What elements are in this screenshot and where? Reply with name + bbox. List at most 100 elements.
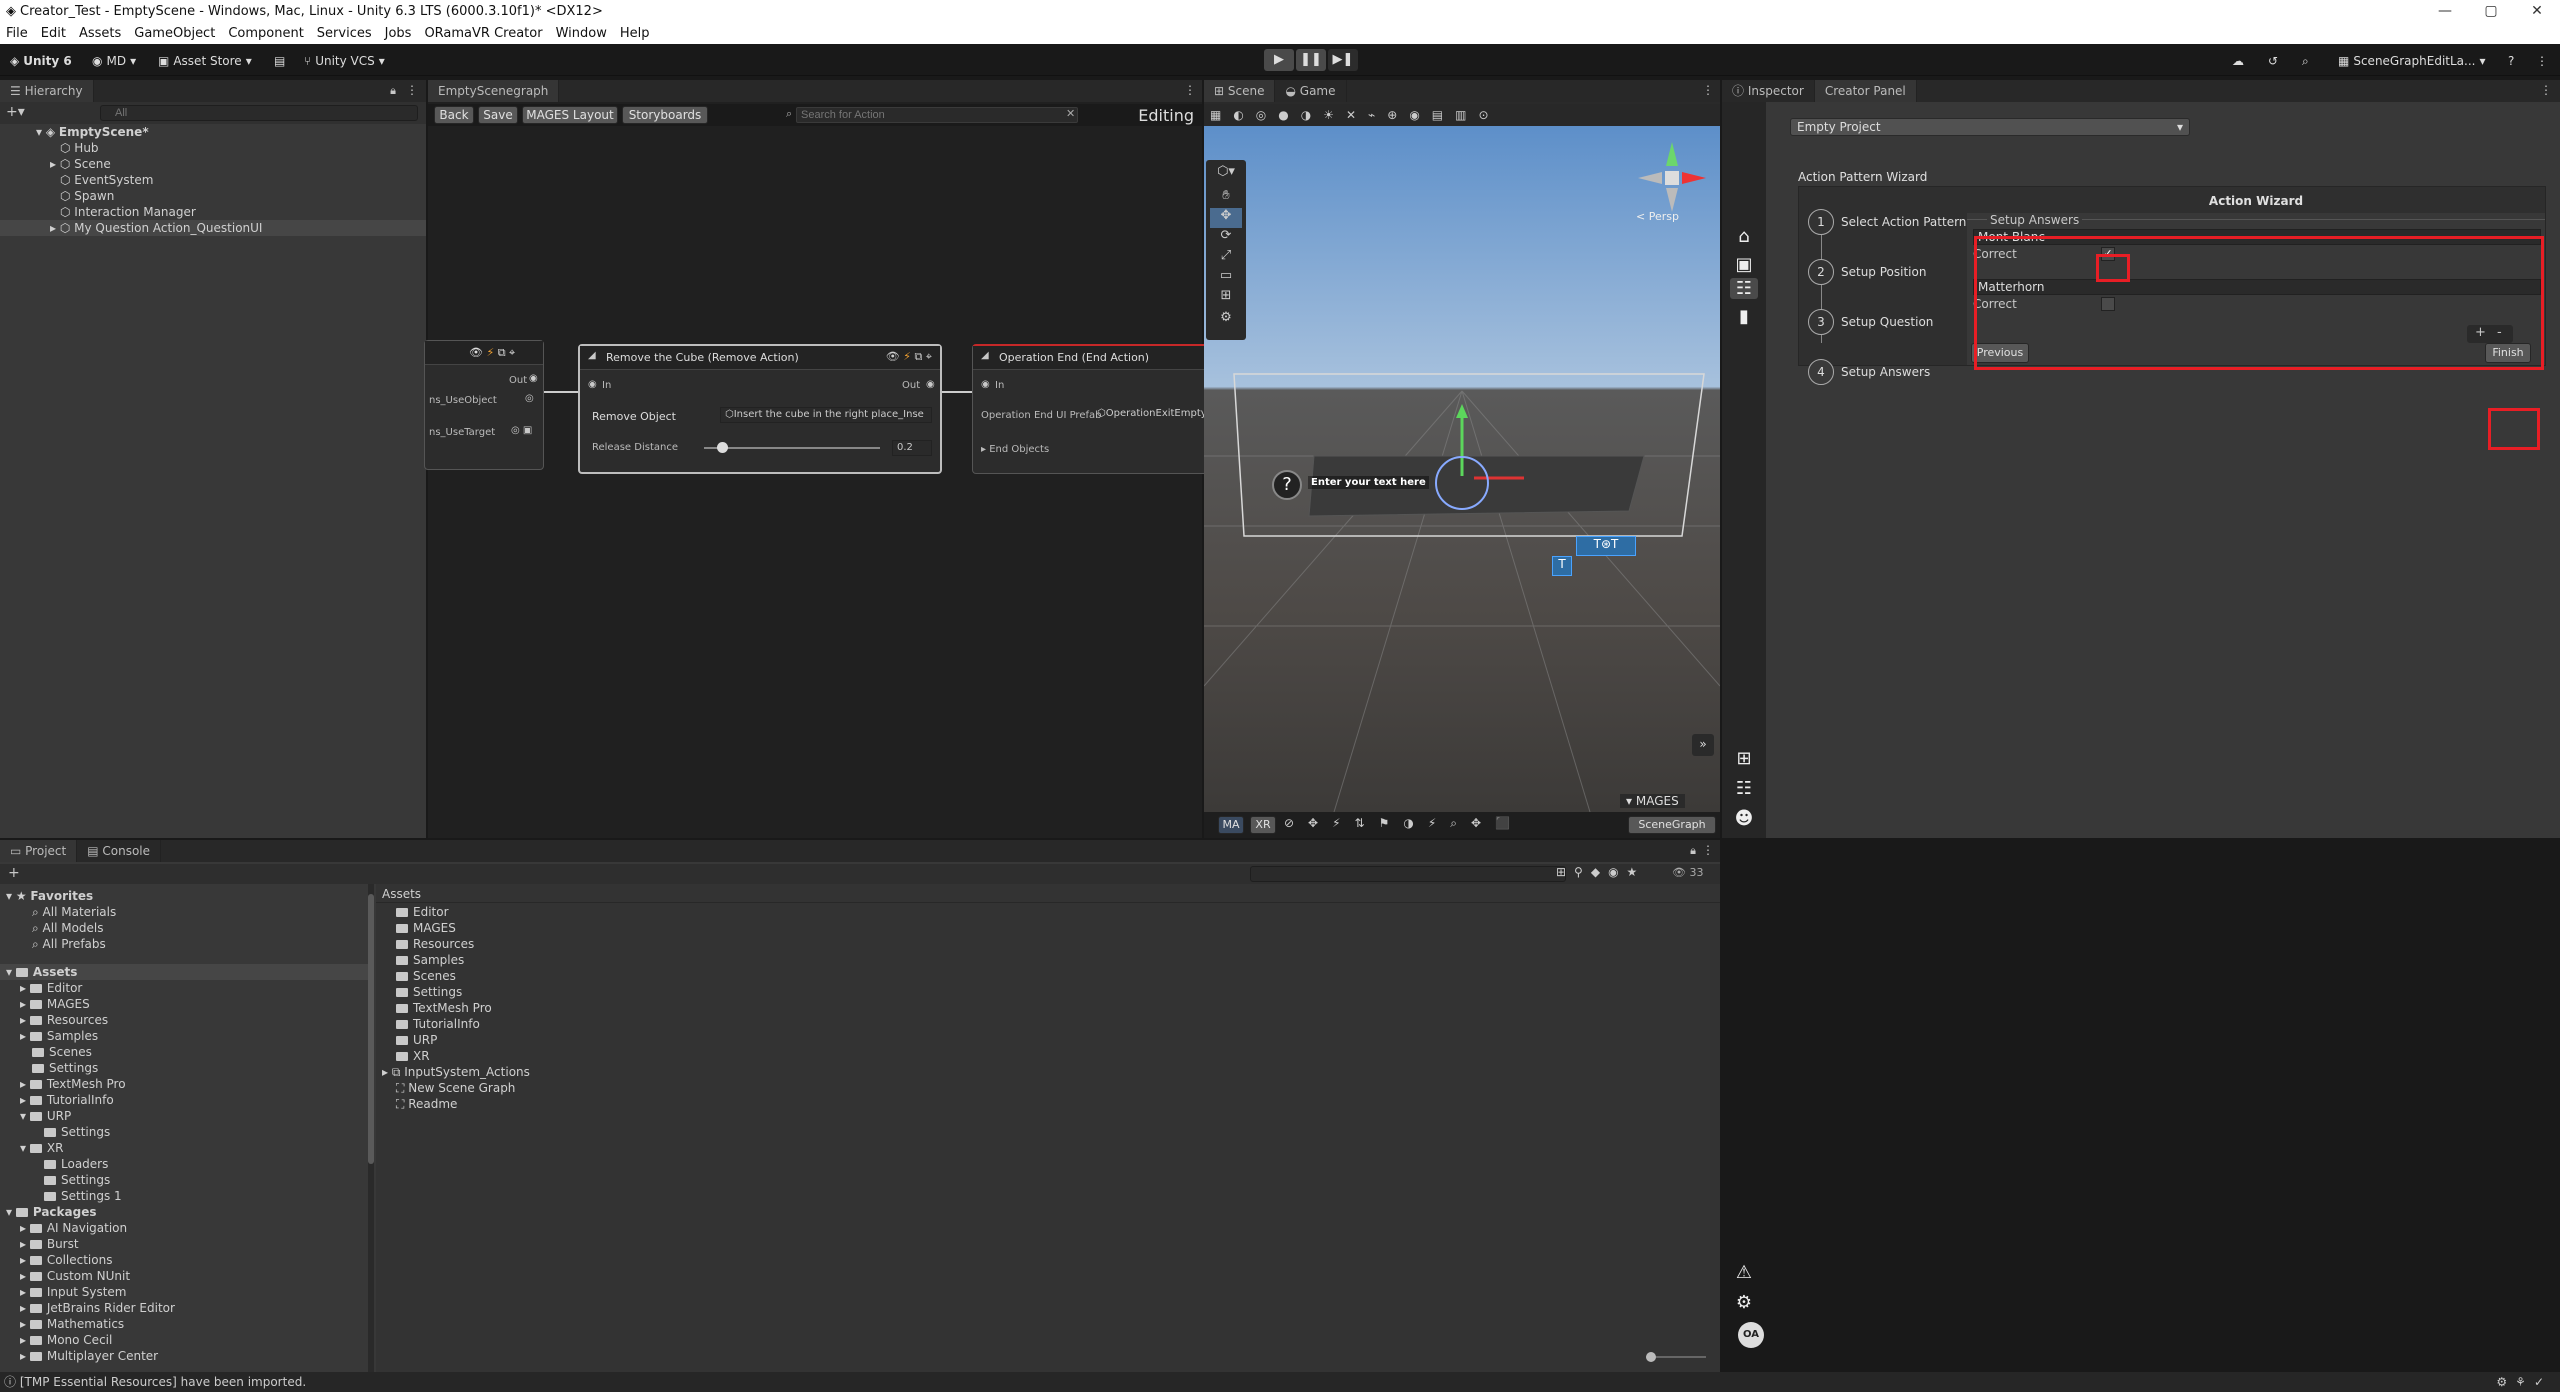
asset-item[interactable]: MAGES <box>396 920 456 936</box>
eye-icon[interactable]: 👁︎ <box>886 350 903 363</box>
tree-all-prefabs[interactable]: ⌕ All Prefabs <box>32 936 106 952</box>
status-message[interactable]: [TMP Essential Resources] have been impo… <box>20 1375 306 1389</box>
step-3-label[interactable]: Setup Question <box>1841 315 1933 329</box>
home-icon[interactable]: ⌂ <box>1730 226 1758 247</box>
hierarchy-item-eventsystem[interactable]: ⬡ EventSystem <box>60 172 153 188</box>
tree-packages[interactable]: ▾ Packages <box>6 1204 96 1220</box>
step-button[interactable]: ▶❚ <box>1328 49 1358 71</box>
asset-item[interactable]: Editor <box>396 904 449 920</box>
project-select[interactable]: Empty Project ▾ <box>1790 118 2190 136</box>
more-icon[interactable]: ⋮ <box>2532 51 2552 71</box>
answer-2-text[interactable]: Matterhorn <box>1973 279 2541 295</box>
cloud-icon[interactable]: ☁ <box>2228 51 2248 71</box>
add-answer-button[interactable]: + <box>2475 325 2486 340</box>
scene-bottom-icons[interactable]: ⊘✥⚡⇅⚑◑⚡⌕✥⬛ <box>1284 816 1524 831</box>
menu-jobs[interactable]: Jobs <box>385 26 412 41</box>
menu-gameobject[interactable]: GameObject <box>134 26 215 41</box>
minimize-icon[interactable]: — <box>2422 0 2468 22</box>
gear-icon[interactable]: ⚙ <box>1730 1292 1758 1313</box>
mages-tool-button[interactable]: MA <box>1218 816 1244 834</box>
tree-all-models[interactable]: ⌕ All Models <box>32 920 104 936</box>
expand-panel-icon[interactable]: » <box>1692 734 1714 756</box>
tree-item[interactable]: ▸ Custom NUnit <box>20 1268 130 1284</box>
more-icon[interactable]: ⋮ <box>1702 843 1714 857</box>
menu-services[interactable]: Services <box>317 26 372 41</box>
components-icon[interactable]: ⊞ <box>1730 748 1758 769</box>
add-icon[interactable]: + <box>8 865 20 881</box>
tree-item[interactable]: Settings 1 <box>44 1188 122 1204</box>
hierarchy-item-hub[interactable]: ⬡ Hub <box>60 140 99 156</box>
port-in-icon[interactable]: ◉ <box>981 379 990 390</box>
asset-item[interactable]: ▸ ⧉ InputSystem_Actions <box>382 1064 530 1080</box>
tree-item[interactable]: ▸ Multiplayer Center <box>20 1348 158 1364</box>
remove-object-field[interactable]: ⬡Insert the cube in the right place_Inse <box>720 407 932 423</box>
analytics-icon[interactable]: ▮ <box>1730 306 1758 327</box>
collapse-icon[interactable]: ◢ <box>981 350 989 361</box>
menu-oramavr-creator[interactable]: ORamaVR Creator <box>424 26 542 41</box>
tree-item[interactable]: ▸ Resources <box>20 1012 108 1028</box>
tree-assets[interactable]: ▾ Assets <box>0 964 368 980</box>
tree-item[interactable]: ▸ Mathematics <box>20 1316 124 1332</box>
vr-headset-icon[interactable]: ▣ <box>1730 254 1758 275</box>
hierarchy-search-input[interactable] <box>100 105 418 121</box>
step-2-circle[interactable]: 2 <box>1808 259 1834 285</box>
tab-project[interactable]: ▭ Project <box>0 840 78 862</box>
object-picker-icon[interactable]: ◎ <box>525 393 534 404</box>
asset-breadcrumb[interactable]: Assets <box>382 886 421 902</box>
menu-window[interactable]: Window <box>556 26 607 41</box>
tree-favorites[interactable]: ▾ ★ Favorites <box>6 888 93 904</box>
tree-item[interactable]: ▾ XR <box>20 1140 63 1156</box>
menu-edit[interactable]: Edit <box>41 26 66 41</box>
rect-tool-icon[interactable]: ▭ <box>1210 268 1242 288</box>
step-1-label[interactable]: Select Action Pattern <box>1841 215 1966 229</box>
asset-item[interactable]: URP <box>396 1032 437 1048</box>
collapse-icon[interactable]: ◢ <box>588 350 596 361</box>
asset-item[interactable]: ⛶ New Scene Graph <box>396 1080 515 1096</box>
project-search-input[interactable] <box>1250 866 1566 882</box>
tab-hierarchy[interactable]: ☰ Hierarchy <box>0 80 94 102</box>
lock-icon[interactable]: 🔒︎ <box>1690 844 1696 858</box>
tab-game[interactable]: ◒ Game <box>1275 80 1347 102</box>
tree-item[interactable]: ▾ URP <box>20 1108 71 1124</box>
account-button[interactable]: ◉ MD ▾ <box>88 51 140 71</box>
node-header-icons[interactable]: 👁︎ ⚡ ⧉ ⌖ <box>886 350 932 364</box>
hierarchy-item-scene[interactable]: ▸ ⬡ Scene <box>50 156 111 172</box>
bolt-icon[interactable]: ⚡ <box>903 350 914 363</box>
back-button[interactable]: Back <box>434 106 474 124</box>
move-tool-icon[interactable]: ✥ <box>1210 208 1242 228</box>
tab-scene[interactable]: ⊞ Scene <box>1204 80 1276 102</box>
status-icons[interactable]: ⚙⚘✓ <box>2496 1372 2552 1392</box>
orientation-icon[interactable]: ⬡▾ <box>1210 164 1242 184</box>
end-objects-foldout[interactable]: ▸ End Objects <box>981 444 1049 455</box>
step-2-label[interactable]: Setup Position <box>1841 265 1926 279</box>
tree-item[interactable]: Settings <box>32 1060 98 1076</box>
asset-item[interactable]: TextMesh Pro <box>396 1000 492 1016</box>
asset-item[interactable]: Samples <box>396 952 464 968</box>
step-4-circle[interactable]: 4 <box>1808 359 1834 385</box>
asset-item[interactable]: TutorialInfo <box>396 1016 480 1032</box>
eye-icon[interactable]: 👁︎ <box>469 346 486 359</box>
asset-item[interactable]: Resources <box>396 936 474 952</box>
layout-dropdown[interactable]: ▦ SceneGraphEditLa... ▾ <box>2334 51 2490 71</box>
tree-item[interactable]: Settings <box>44 1124 110 1140</box>
hierarchy-item-interaction-manager[interactable]: ⬡ Interaction Manager <box>60 204 196 220</box>
tree-item[interactable]: ▸ JetBrains Rider Editor <box>20 1300 175 1316</box>
focus-icon[interactable]: ⌖ <box>926 350 932 363</box>
tab-creator-panel[interactable]: Creator Panel <box>1814 80 1917 102</box>
scenegraph-button[interactable]: SceneGraph <box>1628 816 1716 834</box>
tree-item[interactable]: ▸ AI Navigation <box>20 1220 127 1236</box>
release-distance-slider[interactable] <box>704 442 880 453</box>
asset-item[interactable]: XR <box>396 1048 430 1064</box>
add-icon[interactable]: +▾ <box>6 104 25 120</box>
save-button[interactable]: Save <box>478 106 518 124</box>
hierarchy-item-question-ui[interactable]: ▸ ⬡ My Question Action_QuestionUI <box>0 220 426 236</box>
port-out-icon[interactable]: ◉ <box>529 373 538 384</box>
play-button[interactable]: ▶ <box>1264 49 1294 71</box>
clear-icon[interactable]: ✕ <box>1066 107 1075 120</box>
mages-layout-button[interactable]: MAGES Layout <box>522 106 618 124</box>
hand-tool-icon[interactable]: ✋︎ <box>1210 188 1242 208</box>
tab-scenegraph[interactable]: EmptyScenegraph <box>428 80 560 102</box>
lock-icon[interactable]: 🔒︎ <box>390 84 396 98</box>
menu-help[interactable]: Help <box>620 26 650 41</box>
asset-item[interactable]: Settings <box>396 984 462 1000</box>
